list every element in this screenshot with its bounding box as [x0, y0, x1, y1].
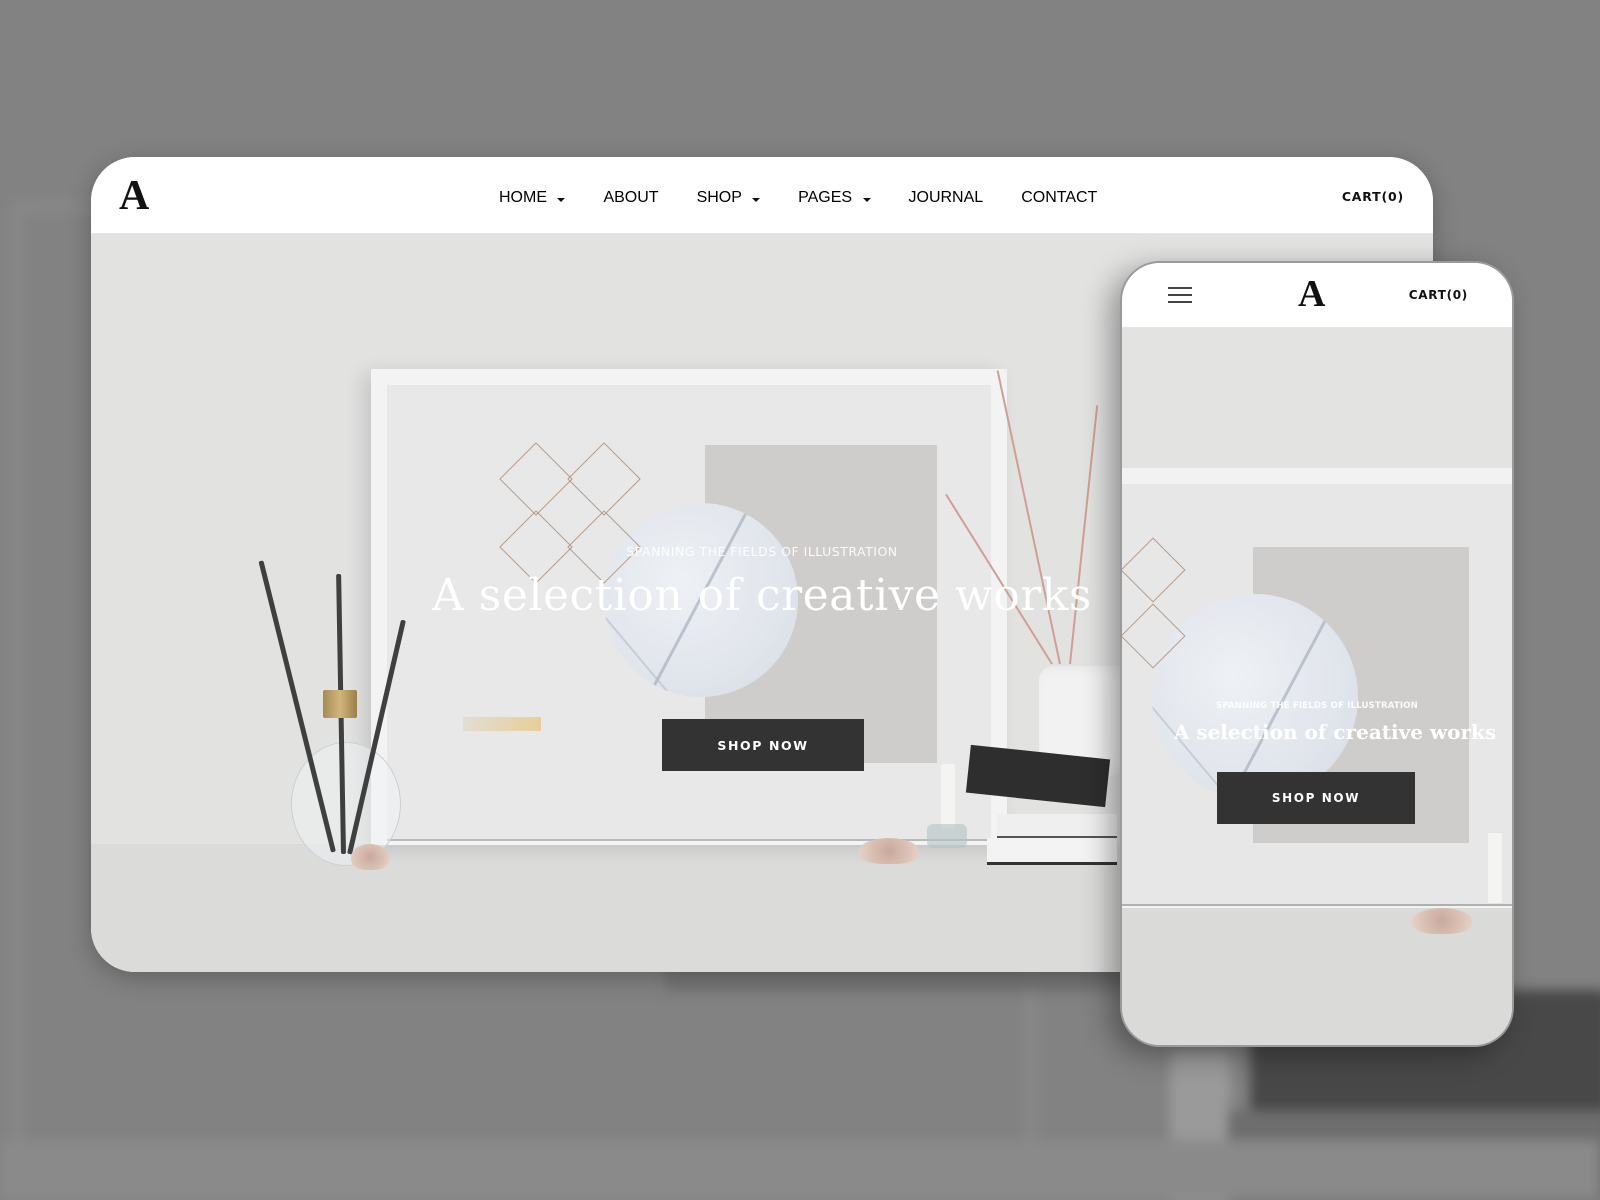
nav-item-label: JOURNAL	[908, 189, 984, 206]
mobile-picture-frame-mat	[1122, 484, 1512, 906]
marble-vein	[1152, 697, 1223, 791]
mobile-header: A CART(0)	[1122, 263, 1512, 328]
nav-item-label: CONTACT	[1021, 189, 1098, 206]
mobile-art-diamond-shape	[1122, 537, 1186, 603]
nav-item-about[interactable]: ABOUT	[603, 189, 658, 207]
background-blurred-shelf	[0, 1140, 1600, 1200]
caret-down-icon	[862, 198, 871, 202]
candle	[1488, 833, 1502, 903]
nav-item-home[interactable]: HOME	[499, 189, 566, 207]
hamburger-line	[1168, 287, 1192, 289]
caret-down-icon	[557, 198, 566, 202]
cart-link[interactable]: CART(0)	[1342, 189, 1404, 204]
art-diamond-shape	[499, 442, 573, 516]
marble-vein	[1228, 596, 1339, 800]
nav-item-label: ABOUT	[603, 189, 659, 206]
nav-item-shop[interactable]: SHOP	[697, 189, 761, 207]
nav-item-pages[interactable]: PAGES	[798, 189, 871, 207]
mobile-hero-section: SPANNING THE FIELDS OF ILLUSTRATION A se…	[1122, 328, 1512, 1045]
mobile-shop-now-button[interactable]: SHOP NOW	[1217, 772, 1415, 824]
art-gold-bar	[463, 717, 541, 731]
mobile-picture-frame	[1122, 468, 1512, 908]
shop-now-button[interactable]: SHOP NOW	[662, 719, 864, 771]
mobile-cart-link[interactable]: CART(0)	[1409, 288, 1468, 302]
mobile-hero-title: A selection of creative works	[1173, 720, 1497, 744]
paper-flower	[351, 844, 389, 870]
candle-holder	[927, 824, 967, 848]
hamburger-line	[1168, 301, 1192, 303]
nav-item-label: HOME	[499, 189, 547, 206]
mobile-art-marble-circle	[1152, 594, 1358, 800]
book-stack-item	[997, 814, 1117, 838]
desktop-header: A HOME ABOUT SHOP PAGES JOURNAL CONTACT	[91, 157, 1433, 234]
mobile-site-logo[interactable]: A	[1298, 275, 1325, 313]
main-nav: HOME ABOUT SHOP PAGES JOURNAL CONTACT	[499, 189, 1097, 207]
reed-diffuser-cap	[323, 690, 357, 718]
paper-flower	[859, 838, 919, 864]
hamburger-line	[1168, 294, 1192, 296]
nav-item-contact[interactable]: CONTACT	[1021, 189, 1097, 207]
mobile-hero-eyebrow: SPANNING THE FIELDS OF ILLUSTRATION	[1216, 701, 1418, 711]
book-stack-item	[987, 838, 1117, 865]
art-diamond-shape	[567, 442, 641, 516]
nav-item-journal[interactable]: JOURNAL	[909, 189, 984, 207]
nav-item-label: SHOP	[696, 189, 742, 206]
candle	[941, 764, 955, 828]
paper-flower	[1412, 908, 1472, 934]
caret-down-icon	[752, 198, 761, 202]
nav-item-label: PAGES	[798, 189, 853, 206]
hamburger-menu-icon[interactable]	[1168, 287, 1192, 303]
mobile-preview: A CART(0) SPANNING THE FIELDS OF ILLUSTR…	[1120, 261, 1514, 1047]
site-logo[interactable]: A	[119, 175, 149, 217]
